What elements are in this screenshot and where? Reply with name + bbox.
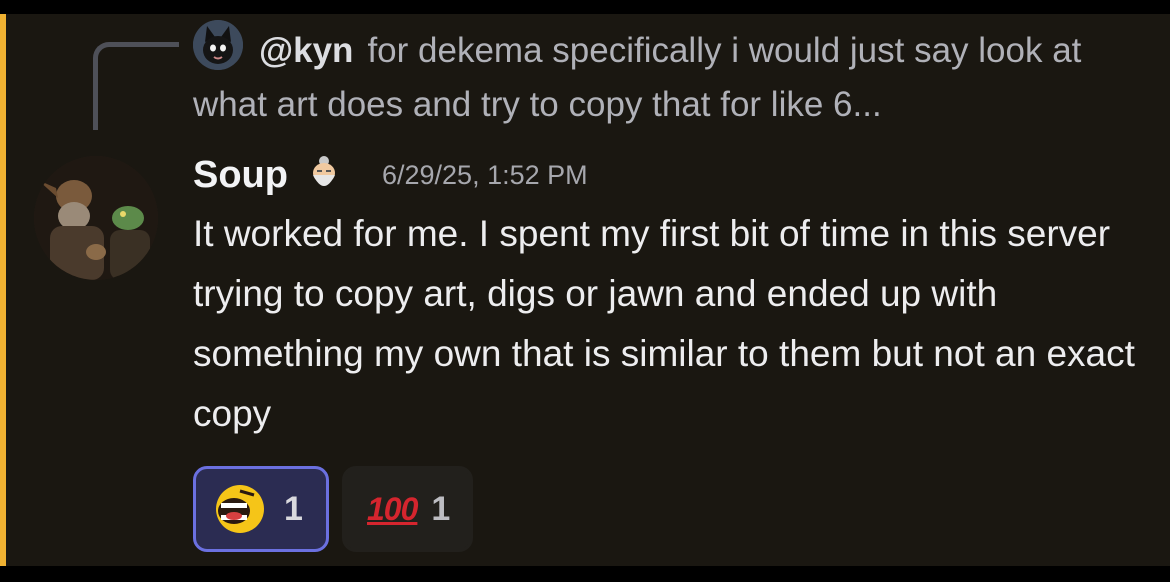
- message-timestamp[interactable]: 6/29/25, 1:52 PM: [382, 160, 588, 191]
- old-man-icon[interactable]: [302, 153, 346, 197]
- hundred-points-emoji-icon: 100: [367, 490, 418, 527]
- reaction-screaming-face[interactable]: 1: [193, 466, 329, 552]
- reaction-count: 1: [431, 489, 451, 528]
- reply-author[interactable]: @kyn: [259, 31, 353, 70]
- reply-connector-line: [93, 42, 179, 130]
- goblin-painting-avatar-icon[interactable]: [34, 156, 158, 280]
- screaming-yellow-face-emoji-icon: [210, 481, 266, 537]
- message-container: @kyn for dekema specifically i would just…: [0, 14, 1170, 566]
- message-content: It worked for me. I spent my first bit o…: [193, 213, 1135, 434]
- reply-preview[interactable]: @kyn for dekema specifically i would just…: [193, 24, 1143, 132]
- reaction-hundred[interactable]: 100 1: [342, 466, 473, 552]
- reaction-count: 1: [284, 489, 303, 528]
- mention-highlight-bar: [0, 14, 6, 566]
- message-header: Soup 6/29/25, 1:52 PM: [193, 150, 588, 200]
- username[interactable]: Soup: [193, 154, 288, 197]
